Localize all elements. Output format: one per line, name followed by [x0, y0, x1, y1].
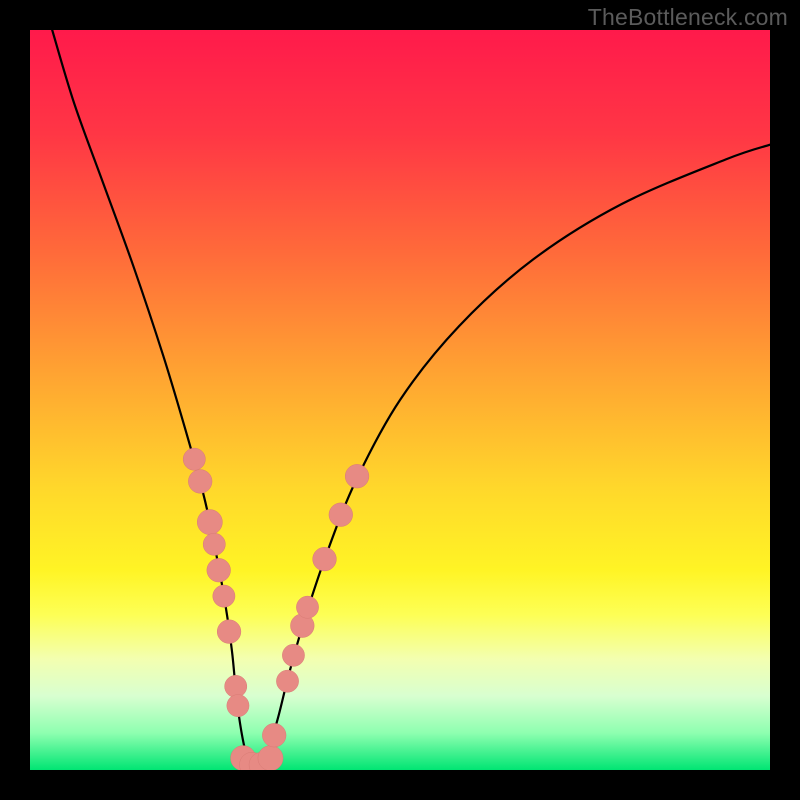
- data-marker: [217, 620, 241, 644]
- data-marker: [207, 558, 231, 582]
- outer-frame: TheBottleneck.com: [0, 0, 800, 800]
- data-marker: [276, 670, 298, 692]
- bottleneck-curve-path: [52, 30, 770, 768]
- data-marker: [296, 596, 318, 618]
- data-marker: [258, 746, 283, 770]
- data-marker: [197, 510, 222, 535]
- data-marker: [213, 585, 235, 607]
- watermark-text: TheBottleneck.com: [588, 4, 788, 31]
- data-marker: [282, 644, 304, 666]
- plot-area: [30, 30, 770, 770]
- data-marker: [329, 503, 353, 527]
- data-marker: [345, 464, 369, 488]
- data-marker: [313, 547, 337, 571]
- data-marker: [203, 533, 225, 555]
- curve-layer: [30, 30, 770, 770]
- data-marker: [188, 470, 212, 494]
- data-marker: [183, 448, 205, 470]
- data-marker: [227, 695, 249, 717]
- data-marker: [262, 723, 286, 747]
- data-marker: [225, 675, 247, 697]
